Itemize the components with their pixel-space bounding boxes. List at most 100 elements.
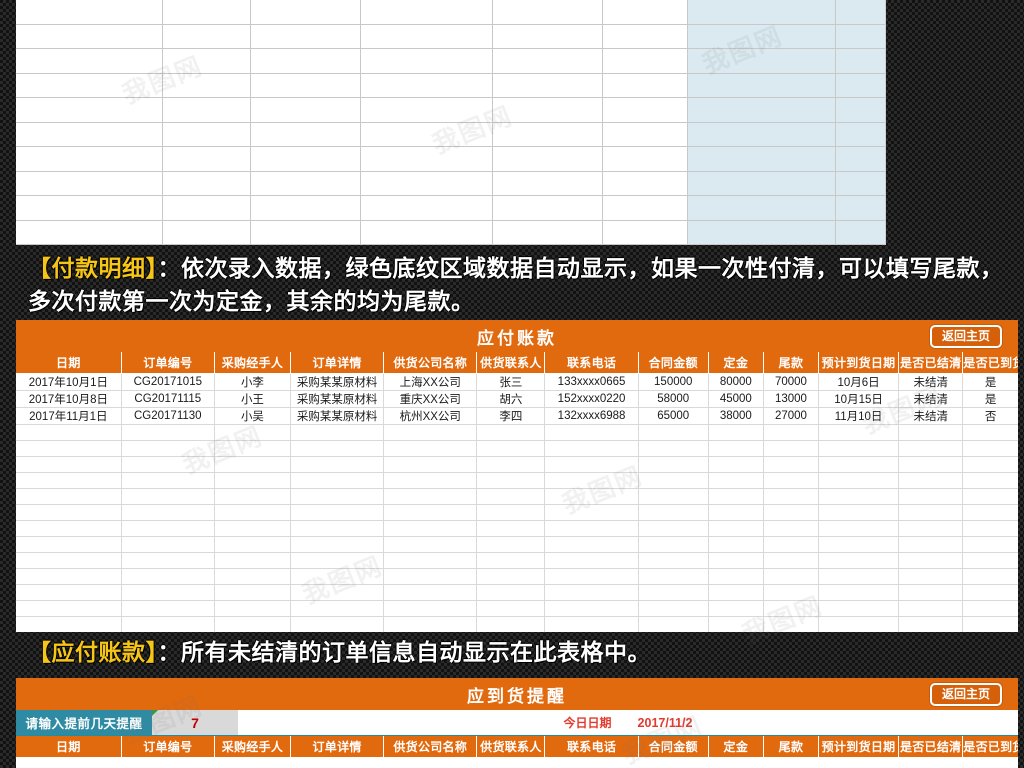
column-header-12[interactable]: 是否已到货	[962, 352, 1018, 374]
table-cell-empty[interactable]	[962, 536, 1018, 553]
table-cell-empty[interactable]	[818, 584, 900, 601]
table-row-empty[interactable]	[16, 504, 1018, 521]
spreadsheet-cell[interactable]	[16, 147, 163, 171]
spreadsheet-cell[interactable]	[163, 122, 251, 146]
table-cell-empty[interactable]	[898, 472, 964, 489]
table-cell-empty[interactable]	[818, 536, 900, 553]
table-cell-empty[interactable]	[708, 600, 764, 617]
table-cell-empty[interactable]	[638, 504, 709, 521]
table-cell[interactable]: 小王	[214, 390, 292, 408]
table-cell-empty[interactable]	[290, 472, 385, 489]
table-cell-empty[interactable]	[383, 616, 478, 632]
table-cell[interactable]: 是	[962, 390, 1018, 408]
spreadsheet-cell[interactable]	[836, 0, 885, 24]
table-cell[interactable]: 小李	[214, 373, 292, 391]
table-cell-empty[interactable]	[708, 552, 764, 569]
table-cell-empty[interactable]	[16, 584, 122, 601]
column-header-2[interactable]: 采购经手人	[214, 352, 292, 374]
table-cell-empty[interactable]	[121, 424, 215, 441]
table-cell-empty[interactable]	[121, 600, 215, 617]
spreadsheet-cell[interactable]	[163, 0, 251, 24]
table-cell[interactable]: 80000	[708, 373, 764, 391]
table-cell-empty[interactable]	[16, 552, 122, 569]
table-cell-empty[interactable]	[214, 536, 292, 553]
spreadsheet-row[interactable]	[16, 220, 885, 245]
table-row-empty[interactable]	[16, 600, 1018, 617]
table-cell-empty[interactable]	[121, 616, 215, 632]
table-cell[interactable]: 采购某某原材料	[290, 390, 385, 408]
table-cell-empty[interactable]	[290, 552, 385, 569]
table-cell-empty[interactable]	[763, 600, 820, 617]
table-cell-empty[interactable]	[214, 552, 292, 569]
table-cell-empty[interactable]	[818, 488, 900, 505]
spreadsheet-cell[interactable]	[493, 220, 603, 244]
table-cell-empty[interactable]	[383, 584, 478, 601]
table-cell-empty[interactable]	[638, 616, 709, 632]
table-row[interactable]: 2017年10月8日 CG20171115 小王 采购某某原材料 重庆XX公司 胡六 152…	[16, 390, 1018, 408]
table-cell[interactable]: 未结清	[898, 373, 964, 391]
table-row[interactable]: 2017年11月1日 CG20171130 小吴 采购某某原材料 杭州XX公司 李四 132…	[16, 407, 1018, 425]
table-row-empty[interactable]	[16, 488, 1018, 505]
table-cell-empty[interactable]	[476, 504, 546, 521]
spreadsheet-cell[interactable]	[603, 73, 688, 97]
table-cell-empty[interactable]	[638, 424, 709, 441]
table-cell-empty[interactable]	[544, 456, 639, 473]
table-cell-empty[interactable]	[708, 520, 764, 537]
spreadsheet-cell[interactable]	[361, 73, 493, 97]
table-cell-empty[interactable]	[290, 440, 385, 457]
table-cell-empty[interactable]	[214, 472, 292, 489]
column-header-1[interactable]: 订单编号	[121, 352, 215, 374]
table-cell-empty[interactable]	[214, 504, 292, 521]
table-cell-empty[interactable]	[214, 456, 292, 473]
payable-table[interactable]: 日期 订单编号 采购经手人 订单详情 供货公司名称 供货联系人 联系电话 合同金额 定金 尾款 预计…	[16, 352, 1018, 632]
spreadsheet-cell[interactable]	[493, 49, 603, 73]
column-header-8[interactable]: 定金	[708, 736, 764, 758]
table-cell-empty[interactable]	[544, 504, 639, 521]
table-cell-empty[interactable]	[544, 584, 639, 601]
spreadsheet-cell[interactable]	[688, 196, 836, 220]
table-cell-empty[interactable]	[383, 536, 478, 553]
table-cell-empty[interactable]	[962, 504, 1018, 521]
table-cell-empty[interactable]	[708, 504, 764, 521]
table-cell-empty[interactable]	[763, 504, 820, 521]
spreadsheet-cell[interactable]	[361, 171, 493, 195]
spreadsheet-cell[interactable]	[361, 196, 493, 220]
table-row[interactable]: 2017年10月1日 CG20171015 小李 采购某某原材料 上海XX公司 张三 133…	[16, 373, 1018, 391]
spreadsheet-cell[interactable]	[163, 171, 251, 195]
table-cell-empty[interactable]	[962, 600, 1018, 617]
payable-home-button[interactable]: 返回主页	[929, 325, 1002, 348]
column-header-4[interactable]: 供货公司名称	[383, 352, 478, 374]
table-cell-empty[interactable]	[16, 536, 122, 553]
table-cell-empty[interactable]	[290, 456, 385, 473]
table-cell[interactable]: 10月6日	[818, 373, 900, 391]
table-cell-empty[interactable]	[708, 472, 764, 489]
spreadsheet-cell[interactable]	[603, 220, 688, 244]
column-header-5[interactable]: 供货联系人	[476, 736, 546, 758]
spreadsheet-row[interactable]	[16, 73, 885, 98]
table-row-empty[interactable]	[16, 440, 1018, 457]
column-header-11[interactable]: 是否已结清	[898, 352, 964, 374]
column-header-10[interactable]: 预计到货日期	[818, 352, 900, 374]
spreadsheet-cell[interactable]	[688, 147, 836, 171]
spreadsheet-cell[interactable]	[493, 73, 603, 97]
reminder-days-input[interactable]: 7	[152, 710, 238, 735]
table-cell-empty[interactable]	[638, 600, 709, 617]
table-cell-empty[interactable]	[818, 424, 900, 441]
table-cell[interactable]: 杭州XX公司	[383, 407, 478, 425]
table-cell-empty[interactable]	[818, 440, 900, 457]
table-cell-empty[interactable]	[383, 552, 478, 569]
table-cell-empty[interactable]	[898, 520, 964, 537]
table-cell-empty[interactable]	[121, 440, 215, 457]
table-cell-empty[interactable]	[638, 568, 709, 585]
table-cell-empty[interactable]	[638, 536, 709, 553]
table-cell-empty[interactable]	[962, 440, 1018, 457]
table-cell-empty[interactable]	[962, 424, 1018, 441]
spreadsheet-cell[interactable]	[361, 220, 493, 244]
table-cell[interactable]: 132xxxx6988	[544, 407, 639, 425]
table-cell-empty[interactable]	[818, 568, 900, 585]
table-cell-empty[interactable]	[708, 488, 764, 505]
table-cell-empty[interactable]	[544, 440, 639, 457]
table-cell-empty[interactable]	[476, 568, 546, 585]
spreadsheet-cell[interactable]	[603, 147, 688, 171]
spreadsheet-cell[interactable]	[688, 49, 836, 73]
